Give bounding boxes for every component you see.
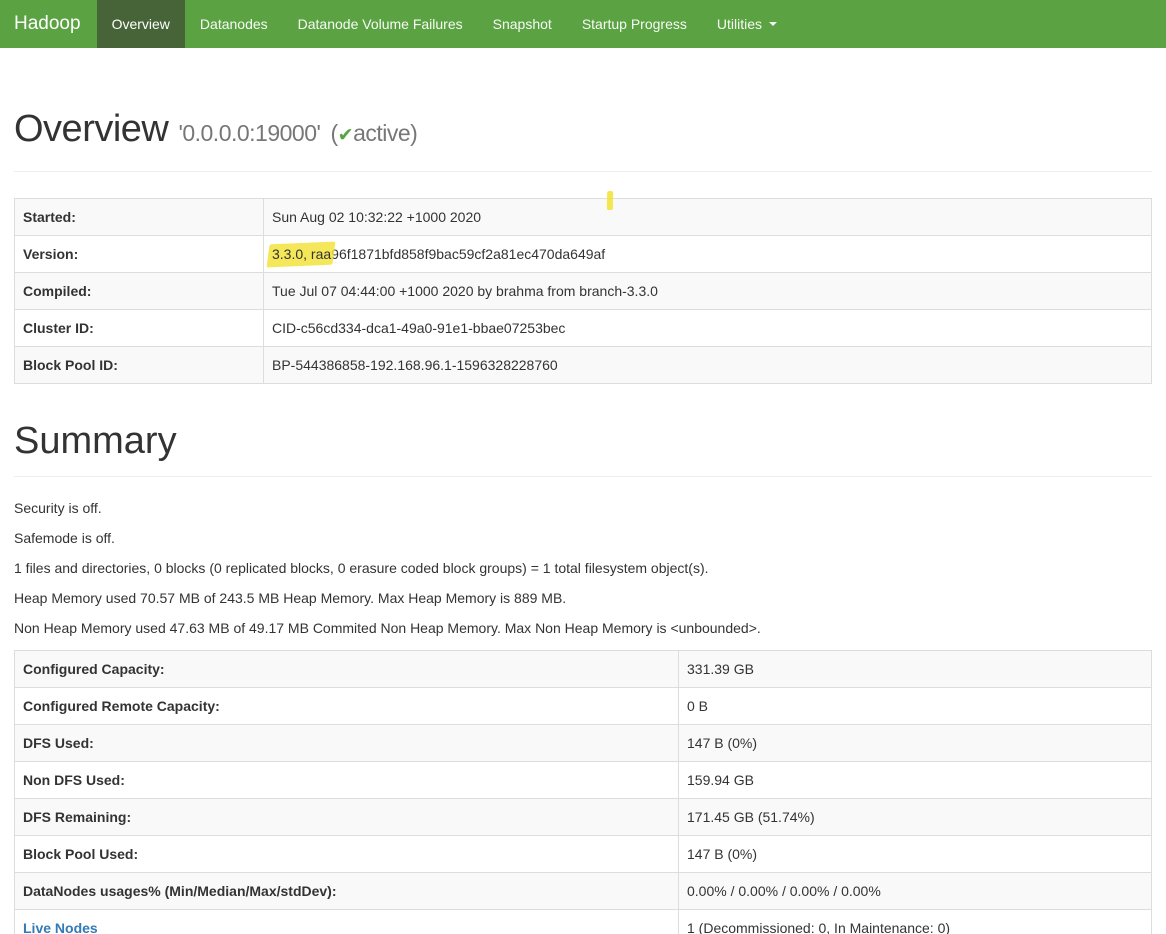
row-value: 171.45 GB (51.74%): [679, 799, 1152, 836]
live-nodes-link[interactable]: Live Nodes: [23, 920, 98, 934]
page-title-text: Overview: [14, 108, 168, 150]
row-value: 3.3.0, raa96f1871bfd858f9bac59cf2a81ec47…: [264, 236, 1152, 273]
brand-hadoop[interactable]: Hadoop: [0, 0, 97, 48]
table-row-non-dfs-used: Non DFS Used: 159.94 GB: [15, 762, 1152, 799]
row-label: Block Pool ID:: [15, 347, 264, 384]
nav-tab-startup-progress[interactable]: Startup Progress: [567, 0, 702, 48]
table-row-dfs-used: DFS Used: 147 B (0%): [15, 725, 1152, 762]
row-label: DFS Remaining:: [15, 799, 679, 836]
non-heap-memory-text: Non Heap Memory used 47.63 MB of 49.17 M…: [14, 620, 1152, 637]
row-value: Sun Aug 02 10:32:22 +1000 2020: [264, 199, 1152, 236]
heap-memory-text: Heap Memory used 70.57 MB of 243.5 MB He…: [14, 590, 1152, 607]
nav-dropdown-utilities[interactable]: Utilities: [702, 0, 792, 48]
table-row-block-pool-id: Block Pool ID: BP-544386858-192.168.96.1…: [15, 347, 1152, 384]
row-value: 1 (Decommissioned: 0, In Maintenance: 0): [679, 910, 1152, 934]
highlighter-dash-annotation: [607, 191, 613, 210]
row-label: Configured Capacity:: [15, 651, 679, 688]
nav-tab-datanode-volume-failures[interactable]: Datanode Volume Failures: [283, 0, 478, 48]
row-value: 331.39 GB: [679, 651, 1152, 688]
row-value: BP-544386858-192.168.96.1-1596328228760: [264, 347, 1152, 384]
summary-heading: Summary: [14, 420, 1152, 462]
table-row-compiled: Compiled: Tue Jul 07 04:44:00 +1000 2020…: [15, 273, 1152, 310]
safemode-status-text: Safemode is off.: [14, 530, 1152, 547]
main-content: Overview '0.0.0.0:19000' (✔active) Start…: [0, 108, 1166, 934]
table-row-dfs-remaining: DFS Remaining: 171.45 GB (51.74%): [15, 799, 1152, 836]
row-label: Compiled:: [15, 273, 264, 310]
caret-down-icon: [769, 22, 777, 26]
active-check-icon: ✔: [338, 125, 353, 146]
row-value: 159.94 GB: [679, 762, 1152, 799]
row-label: DFS Used:: [15, 725, 679, 762]
row-value: 147 B (0%): [679, 725, 1152, 762]
page-title: Overview '0.0.0.0:19000' (✔active): [14, 108, 1152, 157]
row-value: CID-c56cd334-dca1-49a0-91e1-bbae07253bec: [264, 310, 1152, 347]
row-value: 0 B: [679, 688, 1152, 725]
table-row-block-pool-used: Block Pool Used: 147 B (0%): [15, 836, 1152, 873]
divider: [14, 476, 1152, 477]
table-row-datanodes-usages: DataNodes usages% (Min/Median/Max/stdDev…: [15, 873, 1152, 910]
status-badge: (✔active): [330, 120, 417, 146]
cluster-info-table: Started: Sun Aug 02 10:32:22 +1000 2020 …: [14, 198, 1152, 384]
table-row-configured-capacity: Configured Capacity: 331.39 GB: [15, 651, 1152, 688]
row-label: Cluster ID:: [15, 310, 264, 347]
row-label: Live Nodes: [15, 910, 679, 934]
row-label: Block Pool Used:: [15, 836, 679, 873]
top-navbar: Hadoop Overview Datanodes Datanode Volum…: [0, 0, 1166, 48]
row-label: Configured Remote Capacity:: [15, 688, 679, 725]
nav-tab-overview[interactable]: Overview: [97, 0, 185, 48]
table-row-version: Version: 3.3.0, raa96f1871bfd858f9bac59c…: [15, 236, 1152, 273]
row-label: DataNodes usages% (Min/Median/Max/stdDev…: [15, 873, 679, 910]
divider: [14, 171, 1152, 172]
summary-paragraphs: Security is off. Safemode is off. 1 file…: [14, 500, 1152, 637]
table-row-configured-remote-capacity: Configured Remote Capacity: 0 B: [15, 688, 1152, 725]
row-value: 147 B (0%): [679, 836, 1152, 873]
summary-table: Configured Capacity: 331.39 GB Configure…: [14, 650, 1152, 934]
security-status-text: Security is off.: [14, 500, 1152, 517]
nav-dropdown-utilities-label: Utilities: [717, 16, 762, 32]
nav-tab-datanodes[interactable]: Datanodes: [185, 0, 283, 48]
row-label: Non DFS Used:: [15, 762, 679, 799]
row-value: Tue Jul 07 04:44:00 +1000 2020 by brahma…: [264, 273, 1152, 310]
nav-tab-snapshot[interactable]: Snapshot: [478, 0, 567, 48]
version-highlighted-text: 3.3.0, raa: [272, 246, 331, 262]
row-label: Version:: [15, 236, 264, 273]
table-row-live-nodes: Live Nodes 1 (Decommissioned: 0, In Main…: [15, 910, 1152, 934]
row-label: Started:: [15, 199, 264, 236]
table-row-cluster-id: Cluster ID: CID-c56cd334-dca1-49a0-91e1-…: [15, 310, 1152, 347]
row-value: 0.00% / 0.00% / 0.00% / 0.00%: [679, 873, 1152, 910]
namenode-address: '0.0.0.0:19000': [178, 120, 320, 146]
filesystem-objects-text: 1 files and directories, 0 blocks (0 rep…: [14, 560, 1152, 577]
table-row-started: Started: Sun Aug 02 10:32:22 +1000 2020: [15, 199, 1152, 236]
